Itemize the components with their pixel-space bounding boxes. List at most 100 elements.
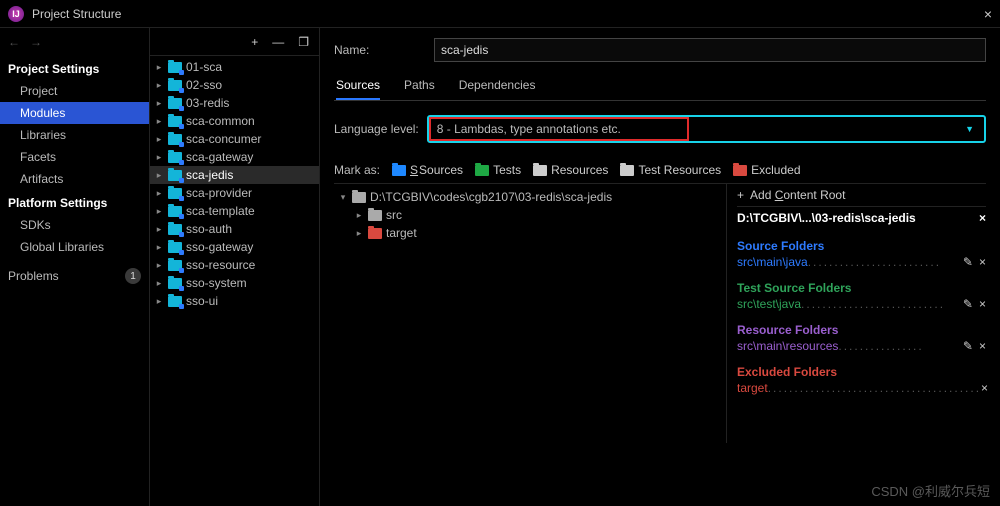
source-folders-header: Source Folders bbox=[737, 233, 986, 253]
language-level-row: Language level: 8 - Lambdas, type annota… bbox=[334, 115, 986, 143]
excluded-folder-item[interactable]: target..................................… bbox=[737, 379, 986, 401]
module-item[interactable]: ▸sca-template bbox=[150, 202, 319, 220]
edit-icon[interactable]: ✎ bbox=[963, 297, 973, 311]
module-item[interactable]: ▸sso-resource bbox=[150, 256, 319, 274]
module-item[interactable]: ▸ 01-sca bbox=[150, 58, 319, 76]
module-item[interactable]: ▸sca-common bbox=[150, 112, 319, 130]
resource-folders-header: Resource Folders bbox=[737, 317, 986, 337]
remove-icon[interactable]: — bbox=[272, 35, 284, 49]
remove-icon[interactable]: × bbox=[979, 339, 986, 353]
module-item[interactable]: ▸sca-concumer bbox=[150, 130, 319, 148]
module-item[interactable]: ▸sca-provider bbox=[150, 184, 319, 202]
name-input[interactable] bbox=[434, 38, 986, 62]
mark-tests[interactable]: Tests bbox=[475, 163, 521, 177]
nav-problems[interactable]: Problems 1 bbox=[0, 258, 149, 288]
tab-sources[interactable]: Sources bbox=[336, 74, 380, 100]
close-icon[interactable]: × bbox=[984, 6, 992, 22]
module-label: sca-gateway bbox=[186, 150, 253, 164]
nav-facets[interactable]: Facets bbox=[0, 146, 149, 168]
resource-folder-item[interactable]: src\main\resources................✎× bbox=[737, 337, 986, 359]
chevron-right-icon: ▸ bbox=[154, 242, 164, 253]
main-area: ← → Project Settings Project Modules Lib… bbox=[0, 28, 1000, 506]
mark-excluded[interactable]: Excluded bbox=[733, 163, 800, 177]
chevron-right-icon: ▸ bbox=[154, 62, 164, 73]
remove-icon[interactable]: × bbox=[979, 297, 986, 311]
module-label: sca-concumer bbox=[186, 132, 261, 146]
tree-src-row[interactable]: ▸ src bbox=[334, 206, 726, 224]
folder-icon bbox=[533, 165, 547, 176]
nav-project[interactable]: Project bbox=[0, 80, 149, 102]
mark-resources[interactable]: Resources bbox=[533, 163, 608, 177]
folder-icon bbox=[168, 152, 182, 163]
module-item[interactable]: ▸02-sso bbox=[150, 76, 319, 94]
tree-target-row[interactable]: ▸ target bbox=[334, 224, 726, 242]
excluded-folders-header: Excluded Folders bbox=[737, 359, 986, 379]
folder-icon bbox=[620, 165, 634, 176]
language-level-label: Language level: bbox=[334, 122, 419, 136]
add-content-root[interactable]: +Add Content Root bbox=[737, 188, 986, 207]
mark-sources[interactable]: SSources bbox=[392, 163, 463, 177]
nav-modules[interactable]: Modules bbox=[0, 102, 149, 124]
test-folder-item[interactable]: src\test\java...........................… bbox=[737, 295, 986, 317]
module-item[interactable]: ▸sso-auth bbox=[150, 220, 319, 238]
tree-src-label: src bbox=[386, 208, 402, 222]
module-item[interactable]: ▸sca-jedis bbox=[150, 166, 319, 184]
nav-global-libraries[interactable]: Global Libraries bbox=[0, 236, 149, 258]
add-icon[interactable]: + bbox=[251, 35, 258, 49]
chevron-right-icon: ▸ bbox=[354, 210, 364, 221]
source-folder-item[interactable]: src\main\java.........................✎× bbox=[737, 253, 986, 275]
content-root-panel: +Add Content Root D:\TCGBIV\...\03-redis… bbox=[726, 184, 986, 443]
folder-icon bbox=[168, 260, 182, 271]
detail-panel: Name: Sources Paths Dependencies Languag… bbox=[320, 28, 1000, 506]
folder-icon bbox=[168, 62, 182, 73]
module-tree: ▸01-sca▸02-sso▸03-redis▸sca-common▸sca-c… bbox=[150, 56, 319, 310]
forward-icon[interactable]: → bbox=[30, 35, 42, 49]
chevron-right-icon: ▸ bbox=[154, 188, 164, 199]
folder-icon bbox=[168, 188, 182, 199]
module-item[interactable]: ▸ sso-system bbox=[150, 274, 319, 292]
chevron-right-icon: ▸ bbox=[154, 278, 164, 289]
remove-icon[interactable]: × bbox=[981, 381, 988, 395]
language-level-dropdown[interactable]: 8 - Lambdas, type annotations etc. ▼ bbox=[427, 115, 986, 143]
plus-icon: + bbox=[737, 188, 744, 202]
test-folders-header: Test Source Folders bbox=[737, 275, 986, 295]
mark-test-resources[interactable]: Test Resources bbox=[620, 163, 721, 177]
module-list-panel: + — ❐ ▸ 01-sca ▸02-sso▸03-redis▸sca-common… bbox=[150, 28, 320, 506]
module-label: sso-system bbox=[186, 276, 247, 290]
nav-artifacts[interactable]: Artifacts bbox=[0, 168, 149, 190]
remove-icon[interactable]: × bbox=[979, 255, 986, 269]
edit-icon[interactable]: ✎ bbox=[963, 339, 973, 353]
edit-icon[interactable]: ✎ bbox=[963, 255, 973, 269]
nav-arrows: ← → bbox=[0, 28, 149, 56]
chevron-right-icon: ▸ bbox=[154, 170, 164, 181]
mark-as-label: Mark as: bbox=[334, 163, 380, 177]
folder-icon bbox=[475, 165, 489, 176]
folder-icon bbox=[733, 165, 747, 176]
copy-icon[interactable]: ❐ bbox=[298, 35, 309, 49]
nav-sdks[interactable]: SDKs bbox=[0, 214, 149, 236]
folder-icon bbox=[352, 192, 366, 203]
chevron-right-icon: ▸ bbox=[154, 80, 164, 91]
folder-icon bbox=[168, 80, 182, 91]
close-icon[interactable]: × bbox=[979, 211, 986, 225]
tree-root-row[interactable]: ▾ D:\TCGBIV\codes\cgb2107\03-redis\sca-j… bbox=[334, 188, 726, 206]
module-item[interactable]: ▸sso-gateway bbox=[150, 238, 319, 256]
chevron-down-icon: ▾ bbox=[338, 192, 348, 203]
tab-dependencies[interactable]: Dependencies bbox=[459, 74, 536, 100]
module-label: 01-sca bbox=[186, 60, 222, 74]
section-project-settings: Project Settings bbox=[0, 56, 149, 80]
module-toolbar: + — ❐ bbox=[150, 28, 319, 56]
tab-paths[interactable]: Paths bbox=[404, 74, 435, 100]
chevron-right-icon: ▸ bbox=[154, 224, 164, 235]
folder-icon bbox=[392, 165, 406, 176]
back-icon[interactable]: ← bbox=[8, 35, 20, 49]
module-label: sso-ui bbox=[186, 294, 218, 308]
chevron-right-icon: ▸ bbox=[154, 98, 164, 109]
nav-libraries[interactable]: Libraries bbox=[0, 124, 149, 146]
module-item[interactable]: ▸03-redis bbox=[150, 94, 319, 112]
module-item[interactable]: ▸sso-ui bbox=[150, 292, 319, 310]
folder-icon bbox=[368, 210, 382, 221]
module-item[interactable]: ▸sca-gateway bbox=[150, 148, 319, 166]
folder-icon bbox=[168, 278, 182, 289]
module-label: sso-resource bbox=[186, 258, 255, 272]
